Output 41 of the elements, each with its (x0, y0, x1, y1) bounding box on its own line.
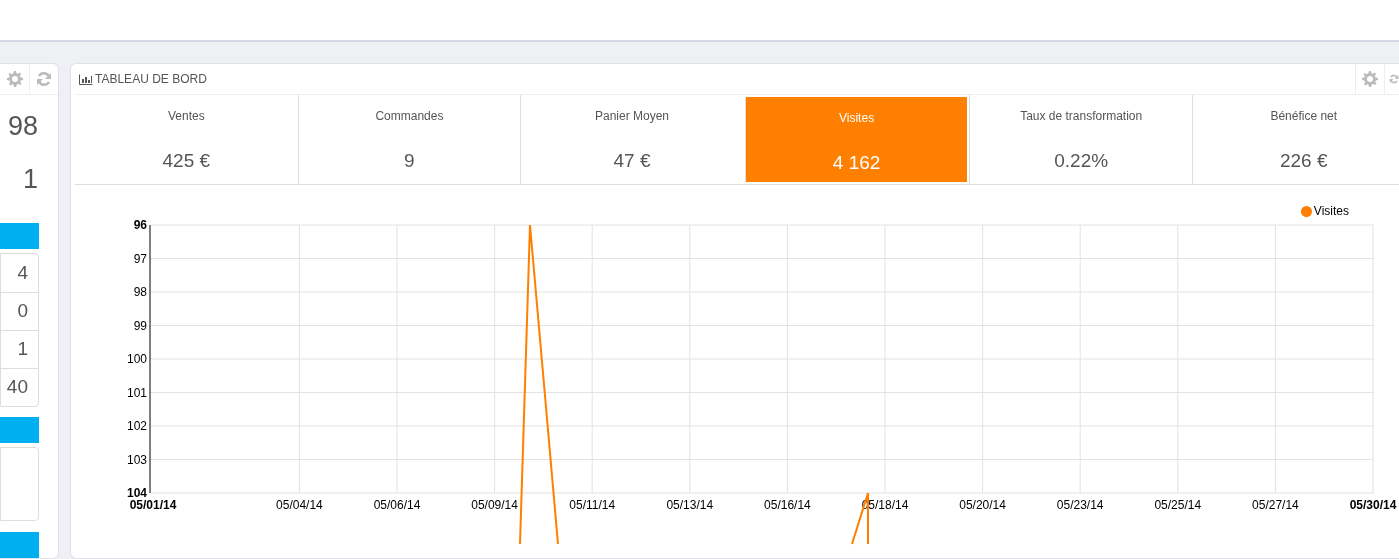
axis-tick-label: 104 (126, 486, 147, 500)
legend-label: Visites (1313, 203, 1349, 220)
kpi-tab[interactable]: Bénéfice net 226 € (1191, 95, 1399, 184)
table-cell-text: 0 (17, 299, 28, 324)
axis-tick-label: 05/13/14 (666, 498, 714, 512)
axis-tick-label: 05/16/14 (764, 498, 811, 512)
table-cell-text: 4 (17, 260, 28, 285)
section-bar (0, 417, 39, 443)
table-cell-text: 40 (6, 375, 28, 400)
axis-tick-label: 97 (133, 251, 147, 266)
axis-tick-label: 05/25/14 (1154, 498, 1202, 512)
stat-value: 1 (22, 163, 38, 197)
refresh-icon[interactable] (36, 71, 52, 88)
settings-icon[interactable] (1362, 71, 1378, 87)
axis-tick-label: 96 (133, 218, 147, 232)
axis-tick-label: 05/23/14 (1056, 498, 1104, 512)
axis-tick-label: 103 (126, 452, 147, 467)
stat-value: 98 (7, 110, 38, 144)
axis-tick-label: 05/09/14 (471, 498, 518, 512)
settings-icon[interactable] (6, 71, 23, 88)
section-bar (0, 223, 39, 249)
axis-tick-label: 05/01/14 (129, 498, 177, 512)
axis-tick-label: 99 (133, 318, 147, 333)
axis-tick-label: 05/11/14 (569, 498, 616, 512)
axis-tick-label: 98 (133, 285, 147, 299)
section-bar (0, 532, 39, 558)
axis-tick-label: 05/20/14 (959, 498, 1006, 512)
axis-tick-label: 102 (126, 419, 147, 433)
table-cell-text: 1 (17, 337, 28, 362)
axis-tick-label: 05/06/14 (373, 498, 421, 512)
axis-tick-label: 05/30/14 (1349, 498, 1397, 512)
axis-tick-label: 05/27/14 (1252, 498, 1299, 512)
kpi-tab[interactable]: Panier Moyen 47 € (520, 95, 743, 184)
axis-tick-label: 100 (126, 352, 147, 366)
bar-chart-icon (79, 73, 93, 85)
axis-tick-label: 05/04/14 (276, 498, 323, 512)
kpi-tab[interactable]: Ventes 425 € (75, 95, 298, 184)
kpi-tab[interactable]: Commandes 9 (297, 95, 521, 184)
panel-title: TABLEAU DE BORD (95, 71, 208, 88)
kpi-tab[interactable]: Taux de transformation 0.22% (969, 95, 1192, 184)
axis-tick-label: 101 (126, 385, 147, 400)
